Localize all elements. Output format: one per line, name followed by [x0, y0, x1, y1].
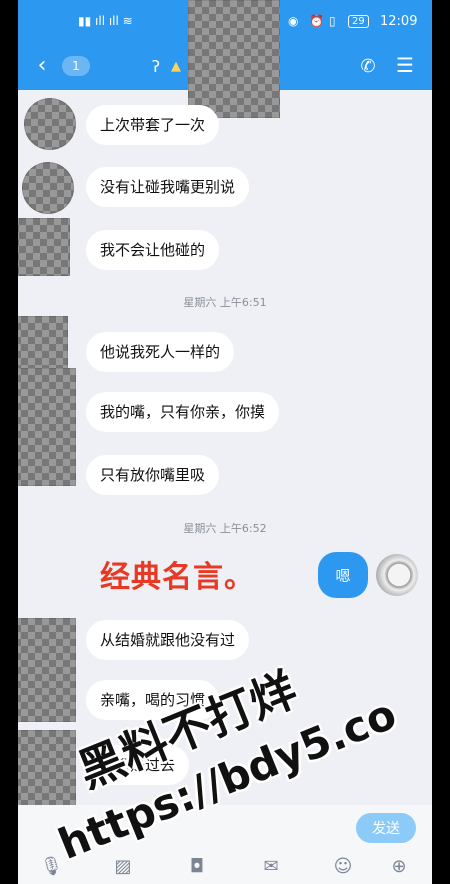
- redpacket-icon[interactable]: ✉: [260, 856, 282, 878]
- chat-header: ‹ 1 ʔ ▲ ✆ ☰: [18, 0, 432, 118]
- camera-icon[interactable]: ◘: [186, 856, 208, 878]
- send-button[interactable]: 发送: [356, 813, 416, 843]
- avatar[interactable]: [18, 618, 76, 722]
- emoji-icon[interactable]: ☺: [332, 856, 354, 878]
- microphone-icon[interactable]: 🎙: [40, 856, 63, 878]
- timestamp: 星期六 上午6:52: [183, 522, 267, 535]
- message-bubble[interactable]: 我的嘴，只有你亲，你摸: [86, 392, 280, 432]
- timestamp: 星期六 上午6:51: [183, 296, 267, 309]
- vibrate-icon: ▯: [329, 14, 336, 28]
- phone-icon[interactable]: ✆: [356, 54, 380, 78]
- overlay-caption: 经典名言。: [100, 560, 255, 595]
- clock: 12:09: [380, 14, 418, 29]
- signal-icon: ▮▮ ıll ıll ≋: [78, 14, 133, 28]
- message-bubble[interactable]: 他说我死人一样的: [86, 332, 235, 372]
- avatar[interactable]: [18, 368, 76, 486]
- avatar[interactable]: [24, 98, 76, 150]
- avatar[interactable]: [18, 218, 70, 276]
- top-bar: ▮▮ ıll ıll ≋ ◉ ⏰ ▯ 29 12:09 ‹ 1 ʔ ▲ ✆ ☰: [18, 0, 432, 118]
- my-avatar[interactable]: [376, 554, 418, 596]
- ear-icon[interactable]: ʔ: [146, 54, 166, 78]
- message-bubble[interactable]: 只有放你嘴里吸: [86, 455, 220, 495]
- avatar[interactable]: [22, 162, 74, 214]
- alarm-icon: ⏰: [309, 14, 324, 28]
- menu-icon[interactable]: ☰: [392, 52, 418, 78]
- unread-badge[interactable]: 1: [62, 56, 90, 76]
- battery-indicator: 29: [348, 15, 369, 28]
- message-bubble[interactable]: 没有让碰我嘴更别说: [86, 167, 250, 207]
- message-bubble[interactable]: 上次带套了一次: [86, 105, 220, 145]
- plus-icon[interactable]: ⊕: [388, 856, 410, 878]
- image-icon[interactable]: ▨: [112, 856, 134, 878]
- message-bubble[interactable]: 我不会让他碰的: [86, 230, 220, 270]
- back-icon[interactable]: ‹: [30, 52, 54, 78]
- message-bubble[interactable]: 从结婚就跟他没有过: [86, 620, 250, 660]
- bell-icon: ▲: [171, 58, 181, 74]
- avatar[interactable]: [18, 316, 68, 370]
- my-message-bubble[interactable]: 嗯: [318, 552, 368, 598]
- eye-icon: ◉: [288, 14, 299, 28]
